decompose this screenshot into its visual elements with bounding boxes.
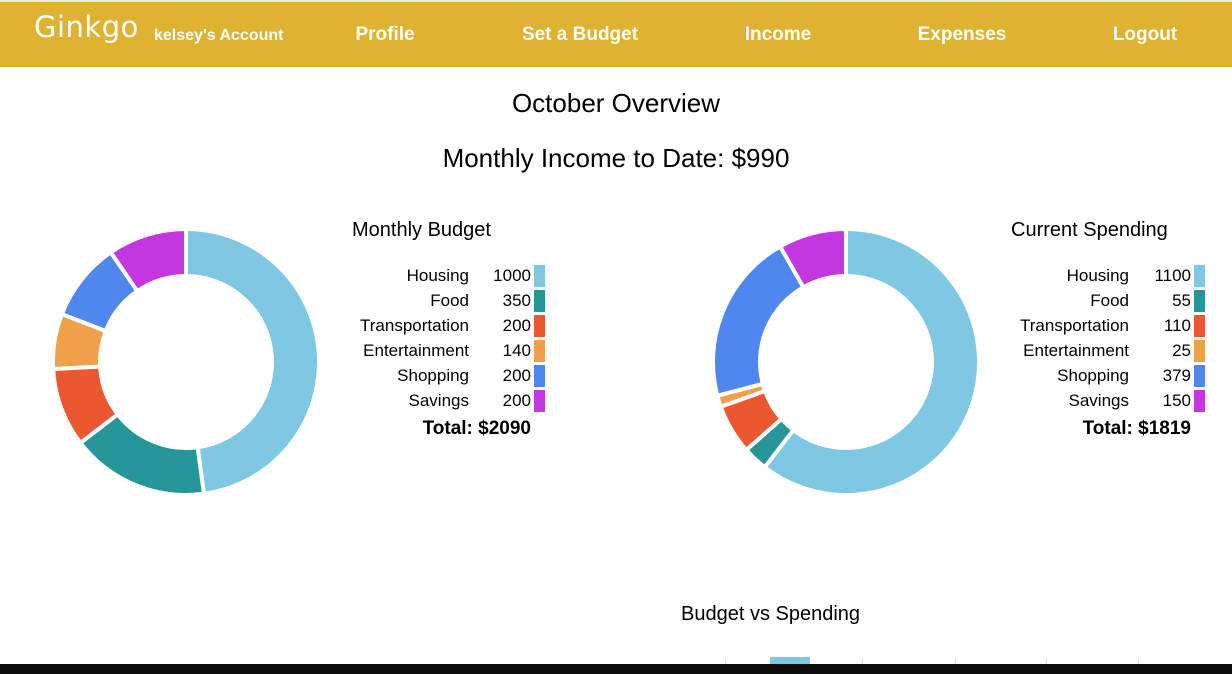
brand-logo[interactable]: Ginkgo (34, 10, 139, 44)
spending-total: Total: $1819 (1082, 418, 1191, 439)
budget-chart-title: Monthly Budget (352, 219, 491, 241)
account-name: kelsey's Account (154, 27, 284, 44)
nav-set-budget-link[interactable]: Set a Budget (522, 24, 638, 46)
legend-value: 140 (502, 341, 531, 360)
income-to-date: Monthly Income to Date: $990 (442, 143, 790, 173)
legend-value: 55 (1172, 291, 1191, 310)
legend-swatch (534, 340, 545, 362)
legend-swatch (534, 265, 545, 287)
legend-row-housing: Housing 1000 (340, 264, 550, 289)
legend-row-food: Food 55 (1000, 289, 1210, 314)
legend-label: Savings (1068, 391, 1129, 410)
spending-legend: Housing 1100 Food 55 Transportation 110 Entert… (1000, 264, 1210, 424)
legend-row-housing: Housing 1100 (1000, 264, 1210, 289)
legend-label: Food (430, 291, 469, 310)
top-navbar: Ginkgo kelsey's Account Profile Set a Bu… (0, 0, 1232, 67)
page-title: October Overview (511, 88, 721, 118)
legend-value: 25 (1172, 341, 1191, 360)
legend-label: Transportation (360, 316, 469, 335)
legend-label: Transportation (1020, 316, 1129, 335)
legend-swatch (534, 365, 545, 387)
nav-profile-link[interactable]: Profile (355, 24, 414, 46)
legend-swatch (534, 390, 545, 412)
budget-donut-chart (52, 228, 320, 496)
legend-label: Housing (1066, 266, 1129, 285)
donut-slice-shopping[interactable] (712, 243, 807, 399)
legend-label: Shopping (397, 366, 469, 385)
legend-row-food: Food 350 (340, 289, 550, 314)
legend-swatch (1194, 290, 1205, 312)
spending-chart-title: Current Spending (1011, 219, 1168, 241)
legend-label: Entertainment (363, 341, 469, 360)
legend-value: 200 (502, 316, 531, 335)
footer (0, 664, 1232, 674)
legend-row-transportation: Transportation 200 (340, 314, 550, 339)
legend-label: Shopping (1057, 366, 1129, 385)
legend-swatch (1194, 315, 1205, 337)
budget-legend: Housing 1000 Food 350 Transportation 200 Enter… (340, 264, 550, 424)
legend-row-entertainment: Entertainment 25 (1000, 339, 1210, 364)
legend-row-savings: Savings 150 (1000, 389, 1210, 414)
legend-value: 200 (502, 391, 531, 410)
donut-slice-housing[interactable] (184, 228, 320, 496)
legend-label: Housing (406, 266, 469, 285)
legend-value: 1100 (1154, 266, 1191, 285)
legend-row-savings: Savings 200 (340, 389, 550, 414)
legend-value: 379 (1162, 366, 1191, 385)
legend-value: 200 (502, 366, 531, 385)
legend-value: 350 (502, 291, 531, 310)
legend-swatch (534, 315, 545, 337)
nav-logout-link[interactable]: Logout (1113, 24, 1177, 46)
legend-label: Entertainment (1023, 341, 1129, 360)
legend-swatch (1194, 390, 1205, 412)
nav-expenses-link[interactable]: Expenses (918, 24, 1007, 46)
legend-swatch (1194, 365, 1205, 387)
legend-row-entertainment: Entertainment 140 (340, 339, 550, 364)
legend-swatch (534, 290, 545, 312)
legend-value: 110 (1163, 316, 1191, 335)
legend-swatch (1194, 265, 1205, 287)
legend-row-shopping: Shopping 379 (1000, 364, 1210, 389)
legend-label: Savings (408, 391, 469, 410)
budget-vs-spending-title: Budget vs Spending (681, 603, 861, 625)
legend-value: 150 (1162, 391, 1191, 410)
budget-total: Total: $2090 (422, 418, 531, 439)
legend-value: 1000 (493, 266, 531, 285)
legend-label: Food (1090, 291, 1129, 310)
legend-swatch (1194, 340, 1205, 362)
legend-row-shopping: Shopping 200 (340, 364, 550, 389)
spending-donut-chart (712, 228, 980, 496)
nav-income-link[interactable]: Income (745, 24, 812, 46)
legend-row-transportation: Transportation 110 (1000, 314, 1210, 339)
